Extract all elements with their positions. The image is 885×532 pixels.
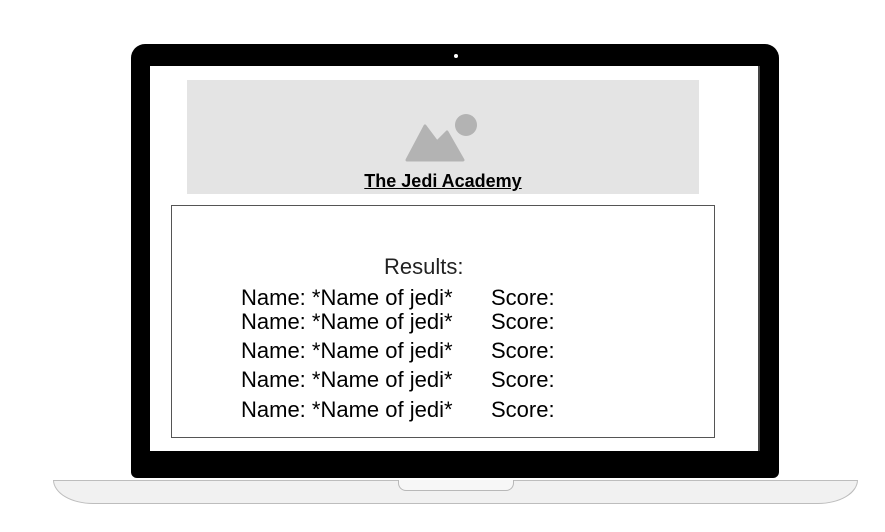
results-heading: Results:: [384, 254, 464, 279]
result-name: Name: *Name of jedi*: [241, 338, 453, 363]
result-score: Score:: [491, 309, 555, 334]
result-name: Name: *Name of jedi*: [241, 397, 453, 422]
result-score: Score:: [491, 285, 555, 310]
page-title[interactable]: The Jedi Academy: [187, 170, 699, 192]
camera-dot: [454, 54, 458, 58]
result-score: Score:: [491, 397, 555, 422]
image-placeholder-icon: [405, 114, 477, 162]
result-name: Name: *Name of jedi*: [241, 285, 453, 310]
result-score: Score:: [491, 338, 555, 363]
result-score: Score:: [491, 367, 555, 392]
laptop-notch: [398, 480, 514, 491]
result-name: Name: *Name of jedi*: [241, 309, 453, 334]
laptop-mockup: The Jedi Academy Results: Name: *Name of…: [0, 0, 885, 532]
result-name: Name: *Name of jedi*: [241, 367, 453, 392]
